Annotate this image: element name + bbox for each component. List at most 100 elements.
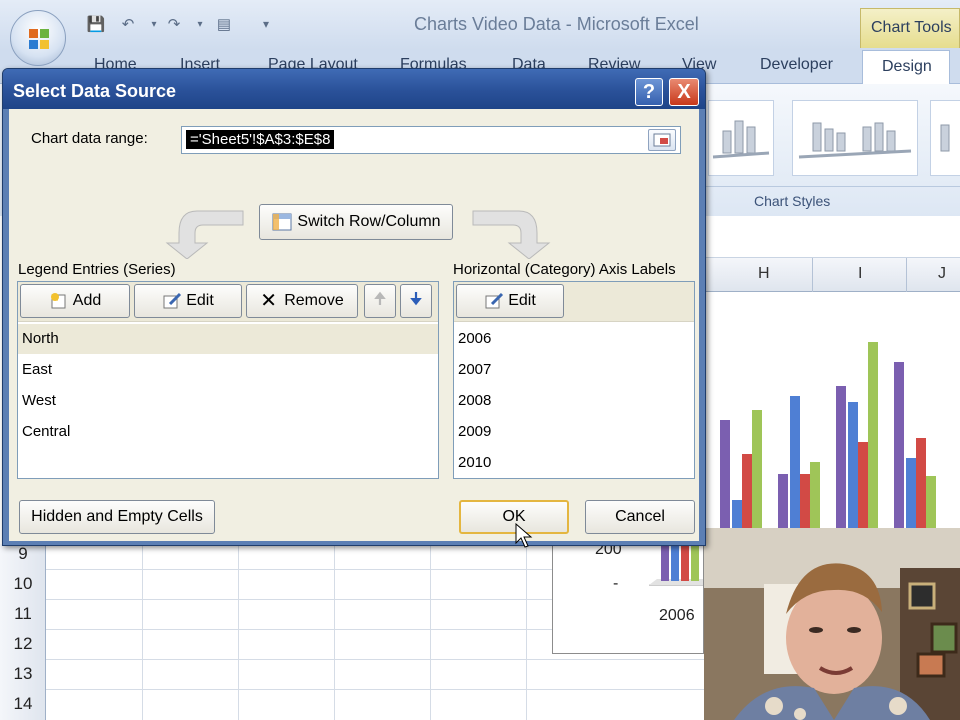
column-divider [906, 258, 907, 292]
ok-button[interactable]: OK [459, 500, 569, 534]
edit-axis-label: Edit [508, 292, 536, 309]
chart-bar[interactable] [836, 386, 846, 528]
move-up-button[interactable]: 🠉 [364, 284, 396, 318]
excel-title-bar: 💾 ↶ ▾ ↷ ▾ ▤ ▾ Charts Video Data - Micros… [0, 0, 960, 50]
undo-icon[interactable]: ↶ [118, 14, 138, 34]
close-button[interactable]: X [669, 78, 699, 106]
dialog-title-bar[interactable]: Select Data Source ? X [3, 69, 705, 109]
series-list: North East West Central [18, 322, 438, 478]
category-item-2007[interactable]: 2007 [454, 355, 694, 385]
edit-label: Edit [186, 292, 214, 309]
row-gridline [46, 659, 706, 660]
chart-bar[interactable] [906, 458, 916, 528]
collapse-dialog-icon [653, 133, 671, 147]
arrow-up-icon: 🠉 [373, 290, 387, 308]
column-headers: H I J [706, 258, 960, 292]
edit-icon [162, 292, 182, 310]
chart-tools-context-label: Chart Tools [860, 8, 960, 48]
switch-row-column-label: Switch Row/Column [297, 213, 441, 230]
arrow-down-icon: 🠋 [409, 290, 423, 308]
chart-bar[interactable] [790, 396, 800, 528]
chart-bar[interactable] [778, 474, 788, 528]
redo-icon[interactable]: ↷ [164, 14, 184, 34]
webcam-video [704, 528, 960, 720]
edit-icon [484, 292, 504, 310]
chart-bar[interactable] [894, 362, 904, 528]
chart-style-thumbnail[interactable] [792, 100, 918, 176]
column-gridline [526, 544, 527, 720]
edit-series-button[interactable]: Edit [134, 284, 242, 318]
series-item-north[interactable]: North [18, 324, 438, 354]
remove-series-button[interactable]: ✕ Remove [246, 284, 358, 318]
category-item-2008[interactable]: 2008 [454, 386, 694, 416]
chart-bar[interactable] [848, 402, 858, 528]
column-gridline [142, 544, 143, 720]
row-headers: 9 10 11 12 13 14 [0, 544, 46, 720]
dialog-body: Chart data range: ='Sheet5'!$A$3:$E$8 Sw… [9, 109, 699, 541]
add-label: Add [72, 292, 102, 309]
chart-bar[interactable] [810, 462, 820, 528]
column-gridline [430, 544, 431, 720]
chart-bar[interactable] [800, 474, 810, 528]
column-header-j[interactable]: J [938, 265, 946, 283]
quick-print-icon[interactable]: ▤ [214, 14, 234, 34]
series-item-central[interactable]: Central [18, 417, 438, 447]
category-item-2010[interactable]: 2010 [454, 448, 694, 478]
curved-arrow-left-icon [165, 210, 244, 259]
legend-entries-label: Legend Entries (Series) [18, 261, 176, 278]
row-header-12[interactable]: 12 [0, 634, 46, 654]
chart-bar[interactable] [916, 438, 926, 528]
dialog-title: Select Data Source [13, 81, 177, 101]
row-gridline [46, 689, 706, 690]
row-header-13[interactable]: 13 [0, 664, 46, 684]
row-header-10[interactable]: 10 [0, 574, 46, 594]
office-button[interactable] [10, 10, 66, 66]
move-down-button[interactable]: 🠋 [400, 284, 432, 318]
customize-qat-icon[interactable]: ▾ [256, 14, 276, 34]
series-item-west[interactable]: West [18, 386, 438, 416]
row-header-11[interactable]: 11 [0, 604, 46, 624]
chart-bar[interactable] [858, 442, 868, 528]
column-header-h[interactable]: H [758, 265, 770, 283]
series-item-east[interactable]: East [18, 355, 438, 385]
chart-bar[interactable] [720, 420, 730, 528]
chart-bar[interactable] [752, 410, 762, 528]
chart-styles-group-label: Chart Styles [754, 193, 831, 209]
add-series-button[interactable]: Add [20, 284, 130, 318]
window-title: Charts Video Data - Microsoft Excel [414, 14, 699, 34]
cancel-button[interactable]: Cancel [585, 500, 695, 534]
chart-style-thumbnail[interactable] [930, 100, 960, 176]
row-header-9[interactable]: 9 [0, 544, 46, 564]
category-list: 2006 2007 2008 2009 2010 [454, 322, 694, 478]
chart-data-range-field[interactable]: ='Sheet5'!$A$3:$E$8 [181, 126, 681, 154]
chart-data-range-value: ='Sheet5'!$A$3:$E$8 [186, 130, 335, 149]
row-header-14[interactable]: 14 [0, 694, 46, 714]
mouse-pointer-icon [515, 523, 533, 548]
chart-bar[interactable] [742, 454, 752, 528]
help-button[interactable]: ? [635, 78, 663, 106]
remove-x-icon: ✕ [260, 290, 277, 312]
curved-arrow-right-icon [472, 210, 551, 259]
tab-developer[interactable]: Developer [760, 56, 833, 74]
column-header-i[interactable]: I [858, 265, 862, 283]
dropdown-small-icon[interactable]: ▾ [190, 14, 210, 34]
range-picker-button[interactable] [648, 129, 676, 151]
dropdown-small-icon[interactable]: ▾ [144, 14, 164, 34]
chart-bar[interactable] [732, 500, 742, 528]
column-gridline [238, 544, 239, 720]
edit-axis-labels-button[interactable]: Edit [456, 284, 564, 318]
chart-bar[interactable] [868, 342, 878, 528]
chart-bar[interactable] [926, 476, 936, 528]
tab-design[interactable]: Design [862, 50, 950, 85]
legend-toolbar: Add Edit ✕ Remove 🠉 🠋 [18, 282, 438, 322]
bar-style-icon [940, 124, 950, 152]
chart-style-thumbnail[interactable] [708, 100, 774, 176]
category-item-2009[interactable]: 2009 [454, 417, 694, 447]
category-item-2006[interactable]: 2006 [454, 324, 694, 354]
office-logo-icon [29, 29, 49, 49]
switch-row-column-button[interactable]: Switch Row/Column [259, 204, 453, 240]
save-icon[interactable]: 💾 [86, 14, 106, 34]
column-divider [812, 258, 813, 292]
hidden-and-empty-cells-button[interactable]: Hidden and Empty Cells [19, 500, 215, 534]
presenter-photo [704, 528, 960, 720]
